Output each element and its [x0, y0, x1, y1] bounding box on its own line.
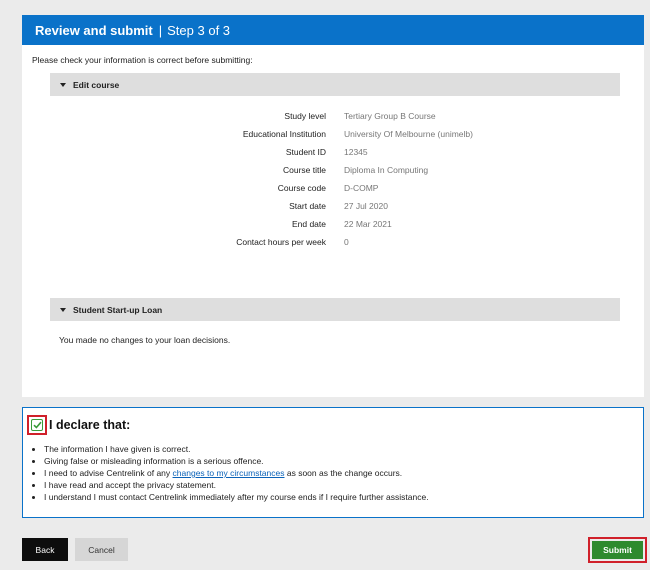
changes-to-circumstances-link[interactable]: changes to my circumstances	[173, 468, 285, 478]
detail-row: Course title Diploma In Computing	[22, 165, 644, 179]
declaration-item: I understand I must contact Centrelink i…	[44, 491, 429, 503]
detail-label: Course code	[277, 183, 326, 193]
detail-row: Contact hours per week 0	[22, 237, 644, 251]
detail-label: Educational Institution	[242, 129, 326, 139]
declaration-item-after: as soon as the change occurs.	[284, 468, 403, 478]
detail-row: Start date 27 Jul 2020	[22, 201, 644, 215]
detail-label: Contact hours per week	[236, 237, 326, 247]
declaration-item-before: I need to advise Centrelink of any	[44, 468, 173, 478]
declaration-checkbox-highlight[interactable]	[27, 415, 47, 435]
loan-note: You made no changes to your loan decisio…	[59, 335, 231, 345]
declaration-title: I declare that:	[49, 418, 131, 432]
step-indicator: Step 3 of 3	[167, 22, 231, 38]
detail-row: End date 22 Mar 2021	[22, 219, 644, 233]
caret-down-icon	[60, 307, 66, 312]
edit-course-heading: Edit course	[73, 79, 120, 90]
declaration-panel: I declare that: The information I have g…	[22, 407, 644, 518]
page-header: Review and submit | Step 3 of 3	[22, 15, 644, 45]
declaration-list: The information I have given is correct.…	[32, 443, 429, 503]
title-separator: |	[158, 22, 163, 38]
detail-row: Course code D-COMP	[22, 183, 644, 197]
detail-label: Study level	[284, 111, 326, 121]
edit-course-section-toggle[interactable]: Edit course	[50, 73, 620, 96]
back-button[interactable]: Back	[22, 538, 68, 561]
declaration-item: I have read and accept the privacy state…	[44, 479, 429, 491]
detail-value: 0	[344, 237, 349, 247]
detail-value: 27 Jul 2020	[344, 201, 388, 211]
declaration-item: The information I have given is correct.	[44, 443, 429, 455]
submit-button-highlight: Submit	[588, 537, 647, 563]
detail-value: Diploma In Computing	[344, 165, 429, 175]
detail-label: Student ID	[285, 147, 326, 157]
declaration-item: I need to advise Centrelink of any chang…	[44, 467, 429, 479]
detail-label: End date	[291, 219, 326, 229]
page-title: Review and submit	[35, 22, 153, 38]
caret-down-icon	[60, 82, 66, 87]
declaration-checkbox[interactable]	[31, 419, 43, 431]
declaration-item: Giving false or misleading information i…	[44, 455, 429, 467]
intro-text: Please check your information is correct…	[32, 55, 253, 65]
detail-value: University Of Melbourne (unimelb)	[344, 129, 473, 139]
detail-value: 12345	[344, 147, 368, 157]
detail-row: Study level Tertiary Group B Course	[22, 111, 644, 125]
checkmark-icon	[32, 421, 42, 429]
detail-value: Tertiary Group B Course	[344, 111, 436, 121]
detail-label: Course title	[283, 165, 326, 175]
detail-label: Start date	[289, 201, 326, 211]
detail-value: D-COMP	[344, 183, 379, 193]
submit-button[interactable]: Submit	[592, 541, 643, 559]
cancel-button[interactable]: Cancel	[75, 538, 128, 561]
detail-row: Educational Institution University Of Me…	[22, 129, 644, 143]
loan-heading: Student Start-up Loan	[73, 304, 163, 315]
detail-row: Student ID 12345	[22, 147, 644, 161]
detail-value: 22 Mar 2021	[344, 219, 392, 229]
loan-section-toggle[interactable]: Student Start-up Loan	[50, 298, 620, 321]
review-card: Review and submit | Step 3 of 3 Please c…	[22, 15, 644, 397]
